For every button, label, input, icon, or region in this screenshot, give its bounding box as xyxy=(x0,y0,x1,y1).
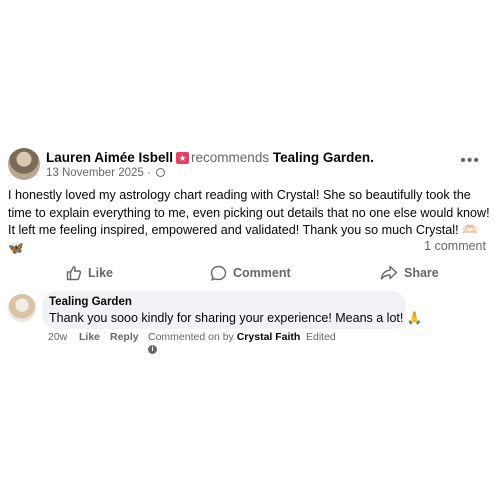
share-label: Share xyxy=(404,266,439,280)
reply-text: Thank you sooo kindly for sharing your e… xyxy=(49,311,423,325)
page-name-link[interactable]: Tealing Garden xyxy=(273,150,370,165)
post-date[interactable]: 13 November 2025 xyxy=(46,167,144,179)
info-icon[interactable]: i xyxy=(148,345,157,354)
globe-icon xyxy=(156,168,166,177)
commented-on-by-prefix: Commented on by xyxy=(148,331,234,343)
share-arrow-icon xyxy=(380,265,398,280)
thumbs-up-icon xyxy=(66,266,82,281)
author-name[interactable]: Lauren Aimée Isbell xyxy=(46,150,173,165)
reply-comment-bubble: Tealing Garden Thank you sooo kindly for… xyxy=(42,291,422,329)
recommends-word: recommends xyxy=(191,150,270,165)
reply-author-avatar[interactable] xyxy=(8,294,36,322)
reply-author-name[interactable]: Tealing Garden xyxy=(49,296,132,308)
reply-time[interactable]: 20w xyxy=(48,331,67,343)
comment-button[interactable]: Comment xyxy=(210,260,291,286)
action-bar: Like Comment Share xyxy=(0,260,500,286)
comment-label: Comment xyxy=(233,266,291,280)
recommend-star-icon: ★ xyxy=(176,152,190,164)
post-body: I honestly loved my astrology chart read… xyxy=(8,188,490,255)
like-button[interactable]: Like xyxy=(66,260,113,286)
comment-bubble-icon xyxy=(210,265,227,281)
post-header: Lauren Aimée Isbell ★ recommends Tealing G… xyxy=(46,150,374,165)
post-meta: 13 November 2025 · xyxy=(46,167,166,179)
commented-on-by: Commented on by Crystal Faith xyxy=(148,331,300,343)
reply-reply-link[interactable]: Reply xyxy=(110,331,139,343)
post-card: Lauren Aimée Isbell ★ recommends Tealing G… xyxy=(0,140,500,355)
share-button[interactable]: Share xyxy=(380,260,439,286)
page-name-punct: . xyxy=(370,150,374,165)
reply-like-link[interactable]: Like xyxy=(79,331,100,343)
like-label: Like xyxy=(88,266,114,280)
author-avatar[interactable] xyxy=(8,148,40,180)
commented-on-by-name[interactable]: Crystal Faith xyxy=(237,331,301,343)
meta-separator: · xyxy=(147,167,151,179)
comment-count[interactable]: 1 comment xyxy=(424,239,486,253)
more-options-icon[interactable]: ••• xyxy=(460,152,480,170)
edited-label[interactable]: Edited xyxy=(306,331,336,343)
